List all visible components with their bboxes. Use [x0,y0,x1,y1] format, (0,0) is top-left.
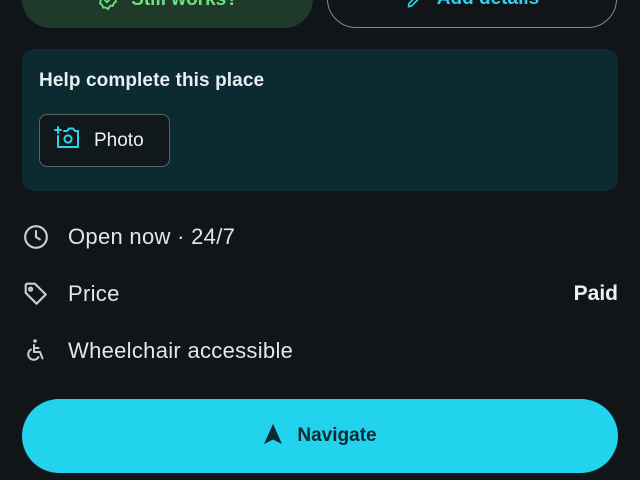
accessibility-row: Wheelchair accessible [22,331,618,371]
clock-icon [22,223,50,251]
price-label: Price [68,281,120,306]
add-photo-button[interactable]: Photo [39,114,170,167]
add-details-label: Add details [437,0,539,10]
hours-text: Open now · 24/7 [68,224,236,249]
accessibility-text: Wheelchair accessible [68,338,294,363]
price-value: Paid [573,282,618,305]
add-photo-icon [54,126,80,155]
navigation-arrow-icon [263,423,283,450]
photo-button-label: Photo [94,129,144,151]
help-card-title: Help complete this place [39,70,265,91]
navigate-label: Navigate [297,425,377,446]
pencil-icon [405,0,425,10]
price-row: Price Paid [22,274,618,314]
help-complete-card: Help complete this place Photo [22,49,618,191]
check-badge-icon [97,0,119,11]
still-works-label: Still works? [131,0,238,11]
still-works-button[interactable]: Still works? [22,0,313,28]
wheelchair-icon [22,337,50,365]
tag-icon [22,280,50,308]
place-details-screen: Still works? Add details Help complete t… [0,0,640,480]
navigate-button[interactable]: Navigate [22,399,618,473]
hours-row: Open now · 24/7 [22,217,618,257]
add-details-button[interactable]: Add details [327,0,617,28]
